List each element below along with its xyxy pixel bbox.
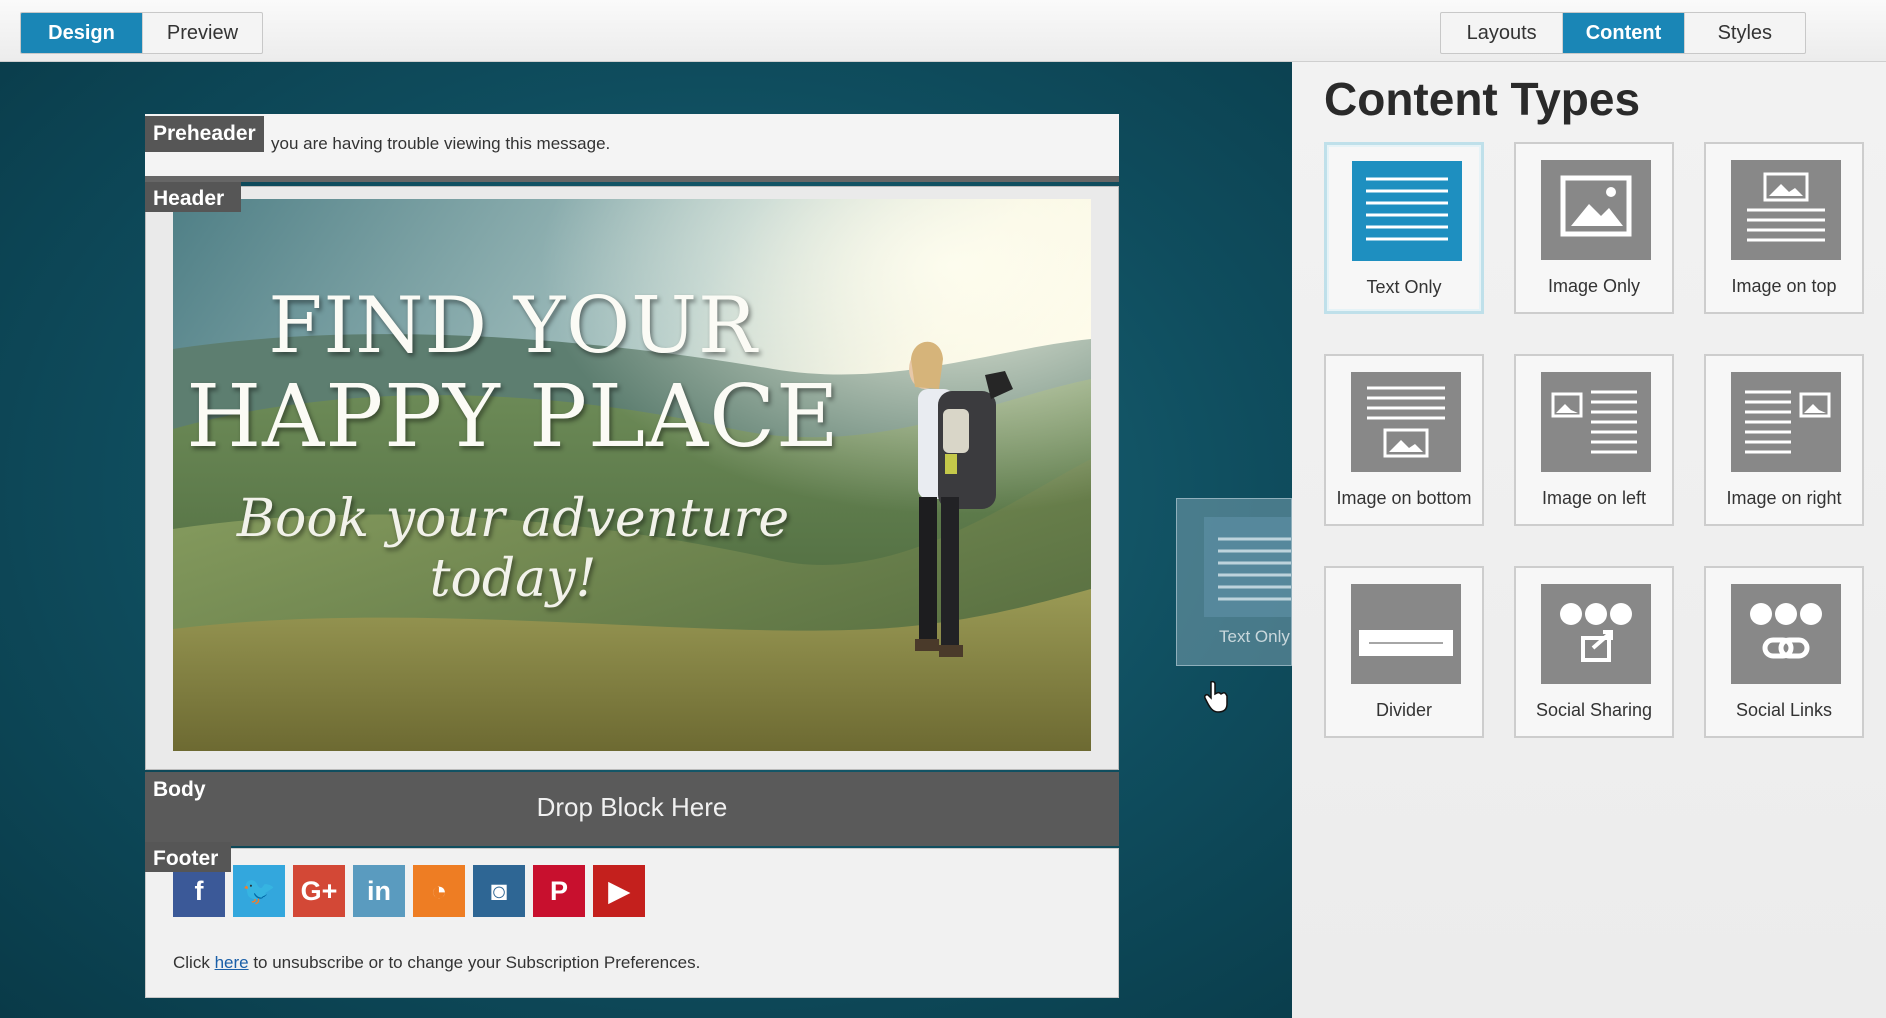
social-icons-row: f 🐦 G+ in ◔ ◙ P ▶ bbox=[173, 865, 645, 917]
preheader-section[interactable]: you are having trouble viewing this mess… bbox=[145, 114, 1119, 182]
hero-headline-line-1: FIND YOUR bbox=[268, 281, 758, 371]
email-template: you are having trouble viewing this mess… bbox=[145, 114, 1119, 998]
content-tab[interactable]: Content bbox=[1563, 13, 1685, 53]
content-type-label: Image on right bbox=[1726, 488, 1842, 508]
dragged-block-ghost[interactable]: Text Only bbox=[1176, 498, 1292, 666]
footer-label: Footer bbox=[145, 842, 231, 872]
editor-canvas: you are having trouble viewing this mess… bbox=[0, 62, 1292, 1018]
hero-tagline: Book your adventure today! bbox=[236, 489, 790, 609]
content-type-image-on-top[interactable]: Image on top bbox=[1704, 142, 1864, 314]
rss-icon[interactable]: ◔ bbox=[413, 865, 465, 917]
footer-text-before: Click bbox=[173, 953, 215, 972]
google-plus-icon[interactable]: G+ bbox=[293, 865, 345, 917]
content-type-social-links[interactable]: Social Links bbox=[1704, 566, 1864, 738]
image-on-left-icon bbox=[1541, 372, 1651, 472]
hero-image[interactable]: FIND YOUR HAPPY PLACE Book your adventur… bbox=[173, 199, 1091, 751]
content-type-label: Image on left bbox=[1541, 488, 1647, 508]
content-type-text-only[interactable]: Text Only bbox=[1324, 142, 1484, 314]
content-type-label: Image on bottom bbox=[1336, 488, 1472, 508]
content-types-panel: Content Types Text Only Image Only Image o… bbox=[1292, 62, 1886, 1018]
header-label: Header bbox=[145, 182, 241, 212]
top-toolbar: Design Preview Layouts Content Styles bbox=[0, 0, 1886, 62]
header-section[interactable]: FIND YOUR HAPPY PLACE Book your adventur… bbox=[145, 186, 1119, 770]
image-only-icon bbox=[1541, 160, 1651, 260]
hero-overlay-text: FIND YOUR HAPPY PLACE Book your adventur… bbox=[173, 199, 839, 751]
content-type-label: Divider bbox=[1375, 700, 1432, 720]
image-on-bottom-icon bbox=[1351, 372, 1461, 472]
linkedin-icon[interactable]: in bbox=[353, 865, 405, 917]
preheader-label: Preheader bbox=[145, 116, 264, 152]
image-on-top-icon bbox=[1731, 160, 1841, 260]
hand-cursor-icon bbox=[1203, 680, 1231, 719]
drop-zone-text: Drop Block Here bbox=[536, 792, 728, 822]
content-type-social-sharing[interactable]: Social Sharing bbox=[1514, 566, 1674, 738]
footer-section[interactable]: f 🐦 G+ in ◔ ◙ P ▶ Click here to unsubscribe or … bbox=[145, 848, 1119, 998]
social-links-icon bbox=[1731, 584, 1841, 684]
panel-title: Content Types bbox=[1324, 73, 1641, 125]
design-tab[interactable]: Design bbox=[21, 13, 143, 53]
content-type-label: Social Sharing bbox=[1535, 700, 1653, 720]
divider-icon bbox=[1351, 584, 1461, 684]
footer-text-after: to unsubscribe or to change your Subscri… bbox=[248, 953, 701, 972]
unsubscribe-link[interactable]: here bbox=[215, 953, 249, 972]
content-type-label: Text Only bbox=[1366, 277, 1442, 297]
layouts-tab[interactable]: Layouts bbox=[1441, 13, 1564, 53]
hero-headline-line-2: HAPPY PLACE bbox=[186, 367, 840, 467]
styles-tab[interactable]: Styles bbox=[1685, 13, 1805, 53]
pinterest-icon[interactable]: P bbox=[533, 865, 585, 917]
instagram-icon[interactable]: ◙ bbox=[473, 865, 525, 917]
content-type-label: Image on top bbox=[1731, 276, 1837, 296]
content-type-image-on-left[interactable]: Image on left bbox=[1514, 354, 1674, 526]
mode-switch: Design Preview bbox=[20, 12, 263, 54]
twitter-icon[interactable]: 🐦 bbox=[233, 865, 285, 917]
text-only-icon bbox=[1352, 161, 1462, 261]
content-type-divider[interactable]: Divider bbox=[1324, 566, 1484, 738]
body-section[interactable]: Drop Block Here bbox=[145, 772, 1119, 846]
unsubscribe-text: Click here to unsubscribe or to change y… bbox=[173, 953, 700, 973]
youtube-icon[interactable]: ▶ bbox=[593, 865, 645, 917]
content-type-image-only[interactable]: Image Only bbox=[1514, 142, 1674, 314]
social-sharing-icon bbox=[1541, 584, 1651, 684]
content-type-label: Image Only bbox=[1547, 276, 1641, 296]
ghost-label: Text Only bbox=[1219, 627, 1290, 646]
preheader-text: you are having trouble viewing this mess… bbox=[271, 134, 611, 153]
preview-tab[interactable]: Preview bbox=[143, 13, 262, 53]
content-type-image-on-right[interactable]: Image on right bbox=[1704, 354, 1864, 526]
panel-switch: Layouts Content Styles bbox=[1440, 12, 1806, 54]
content-type-label: Social Links bbox=[1735, 700, 1833, 720]
facebook-icon[interactable]: f bbox=[173, 865, 225, 917]
body-label: Body bbox=[153, 778, 206, 801]
content-type-image-on-bottom[interactable]: Image on bottom bbox=[1324, 354, 1484, 526]
image-on-right-icon bbox=[1731, 372, 1841, 472]
ghost-text-icon bbox=[1204, 517, 1291, 617]
